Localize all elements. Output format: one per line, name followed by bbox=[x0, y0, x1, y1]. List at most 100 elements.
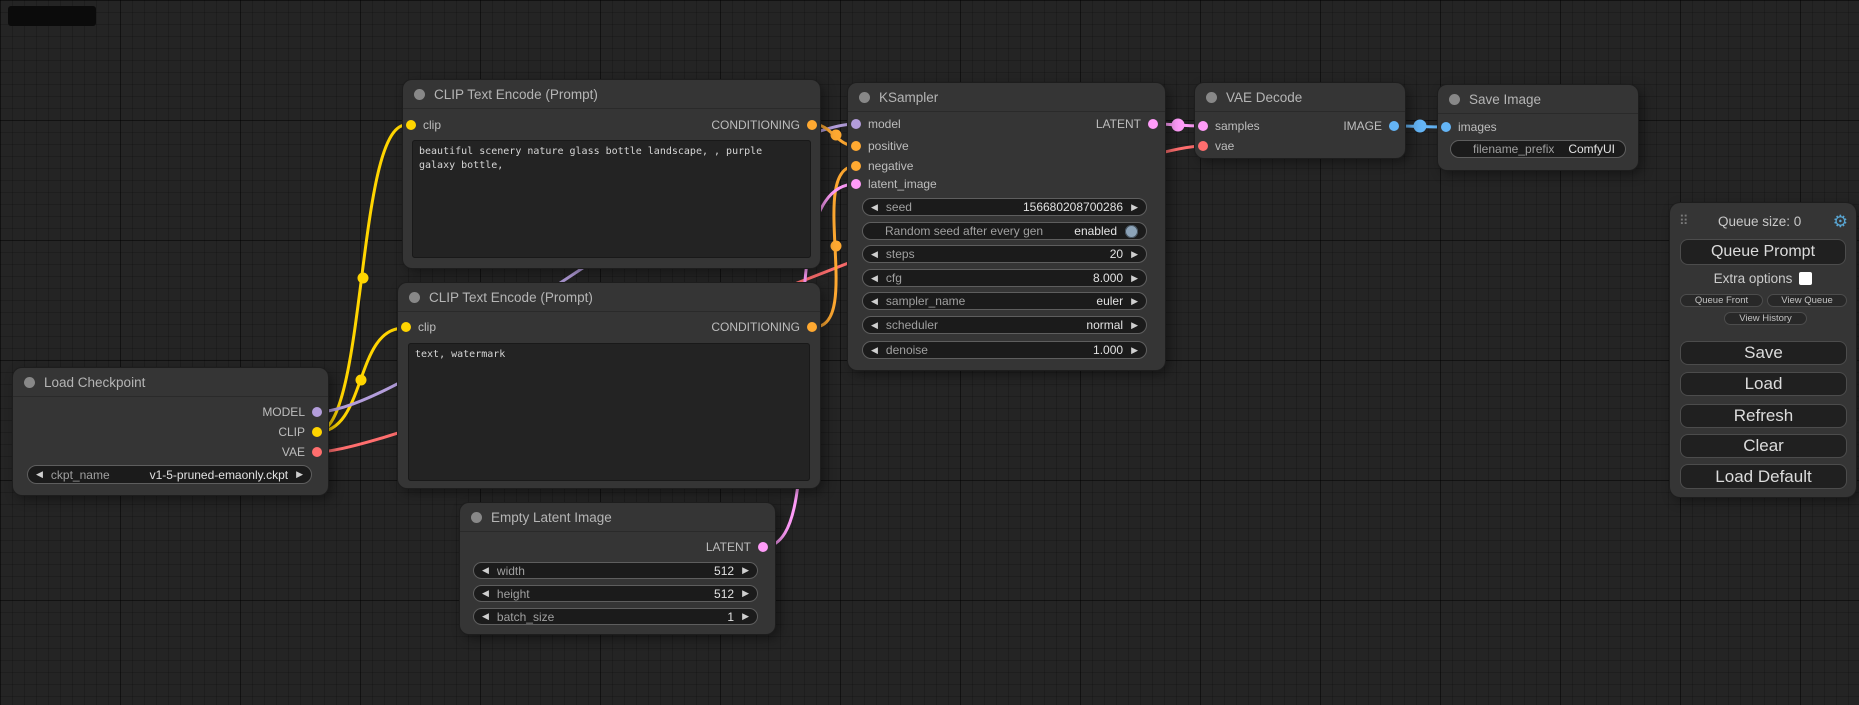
node-titlebar[interactable]: CLIP Text Encode (Prompt) bbox=[398, 283, 820, 312]
input-slot-clip[interactable]: clip bbox=[401, 318, 436, 336]
collapse-dot-icon[interactable] bbox=[471, 512, 482, 523]
increment-arrow-icon[interactable]: ▶ bbox=[296, 470, 303, 479]
node-titlebar[interactable]: Save Image bbox=[1438, 85, 1638, 114]
decrement-arrow-icon[interactable]: ◀ bbox=[482, 589, 489, 598]
collapse-dot-icon[interactable] bbox=[414, 89, 425, 100]
widget-value[interactable]: 156680208700286 bbox=[1023, 200, 1123, 214]
node-titlebar[interactable]: Load Checkpoint bbox=[13, 368, 328, 397]
node-clip-text-encode-negative[interactable]: CLIP Text Encode (Prompt) clip CONDITION… bbox=[398, 283, 820, 488]
save-button[interactable]: Save bbox=[1680, 341, 1847, 365]
latent-input-dot[interactable] bbox=[1198, 121, 1208, 131]
node-titlebar[interactable]: Empty Latent Image bbox=[460, 503, 775, 532]
increment-arrow-icon[interactable]: ▶ bbox=[1131, 274, 1138, 283]
increment-arrow-icon[interactable]: ▶ bbox=[1131, 321, 1138, 330]
node-ksampler[interactable]: KSampler model positive negative latent_… bbox=[848, 83, 1165, 370]
output-slot-conditioning[interactable]: CONDITIONING bbox=[711, 116, 817, 134]
increment-arrow-icon[interactable]: ▶ bbox=[1131, 203, 1138, 212]
output-slot-vae[interactable]: VAE bbox=[282, 443, 322, 461]
output-slot-image[interactable]: IMAGE bbox=[1343, 117, 1399, 135]
toggle-circle-icon[interactable] bbox=[1125, 225, 1138, 238]
widget-sampler-name[interactable]: ◀ sampler_name euler ▶ bbox=[862, 292, 1147, 310]
output-slot-model[interactable]: MODEL bbox=[262, 403, 322, 421]
increment-arrow-icon[interactable]: ▶ bbox=[742, 612, 749, 621]
view-queue-button[interactable]: View Queue bbox=[1767, 294, 1847, 307]
conditioning-input-dot[interactable] bbox=[851, 161, 861, 171]
widget-scheduler[interactable]: ◀ scheduler normal ▶ bbox=[862, 316, 1147, 334]
load-button[interactable]: Load bbox=[1680, 372, 1847, 396]
widget-random-seed-toggle[interactable]: Random seed after every gen enabled bbox=[862, 222, 1147, 240]
widget-value[interactable]: enabled bbox=[1074, 224, 1117, 238]
output-slot-latent[interactable]: LATENT bbox=[706, 538, 768, 556]
queue-prompt-button[interactable]: Queue Prompt bbox=[1680, 239, 1846, 265]
widget-denoise[interactable]: ◀ denoise 1.000 ▶ bbox=[862, 341, 1147, 359]
node-empty-latent-image[interactable]: Empty Latent Image LATENT ◀ width 512 ▶ … bbox=[460, 503, 775, 634]
decrement-arrow-icon[interactable]: ◀ bbox=[482, 612, 489, 621]
extra-options-checkbox[interactable] bbox=[1799, 272, 1812, 285]
widget-value[interactable]: 20 bbox=[1110, 247, 1123, 261]
increment-arrow-icon[interactable]: ▶ bbox=[1131, 346, 1138, 355]
collapse-dot-icon[interactable] bbox=[1206, 92, 1217, 103]
conditioning-input-dot[interactable] bbox=[851, 141, 861, 151]
node-load-checkpoint[interactable]: Load Checkpoint MODEL CLIP VAE ◀ ckpt_na… bbox=[13, 368, 328, 495]
decrement-arrow-icon[interactable]: ◀ bbox=[871, 274, 878, 283]
widget-value[interactable]: ComfyUI bbox=[1568, 142, 1615, 156]
conditioning-output-dot[interactable] bbox=[807, 120, 817, 130]
negative-prompt-textarea[interactable]: text, watermark bbox=[408, 343, 810, 481]
wire-midpoint-dot[interactable] bbox=[831, 241, 842, 252]
widget-cfg[interactable]: ◀ cfg 8.000 ▶ bbox=[862, 269, 1147, 287]
decrement-arrow-icon[interactable]: ◀ bbox=[871, 321, 878, 330]
clip-input-dot[interactable] bbox=[401, 322, 411, 332]
widget-value[interactable]: euler bbox=[1096, 294, 1123, 308]
decrement-arrow-icon[interactable]: ◀ bbox=[482, 566, 489, 575]
increment-arrow-icon[interactable]: ▶ bbox=[742, 589, 749, 598]
output-slot-clip[interactable]: CLIP bbox=[278, 423, 322, 441]
model-input-dot[interactable] bbox=[851, 119, 861, 129]
increment-arrow-icon[interactable]: ▶ bbox=[1131, 250, 1138, 259]
widget-value[interactable]: 1 bbox=[727, 610, 734, 624]
input-slot-clip[interactable]: clip bbox=[406, 116, 441, 134]
node-vae-decode[interactable]: VAE Decode samples vae IMAGE bbox=[1195, 83, 1405, 158]
node-save-image[interactable]: Save Image images filename_prefix ComfyU… bbox=[1438, 85, 1638, 170]
decrement-arrow-icon[interactable]: ◀ bbox=[871, 297, 878, 306]
node-titlebar[interactable]: CLIP Text Encode (Prompt) bbox=[403, 80, 820, 109]
node-titlebar[interactable]: KSampler bbox=[848, 83, 1165, 112]
input-slot-model[interactable]: model bbox=[851, 115, 901, 133]
collapse-dot-icon[interactable] bbox=[1449, 94, 1460, 105]
widget-width[interactable]: ◀ width 512 ▶ bbox=[473, 562, 758, 579]
image-output-dot[interactable] bbox=[1389, 121, 1399, 131]
clear-button[interactable]: Clear bbox=[1680, 434, 1847, 458]
node-titlebar[interactable]: VAE Decode bbox=[1195, 83, 1405, 112]
collapse-dot-icon[interactable] bbox=[859, 92, 870, 103]
vae-input-dot[interactable] bbox=[1198, 141, 1208, 151]
widget-value[interactable]: normal bbox=[1086, 318, 1123, 332]
view-history-button[interactable]: View History bbox=[1724, 312, 1807, 325]
model-output-dot[interactable] bbox=[312, 407, 322, 417]
widget-steps[interactable]: ◀ steps 20 ▶ bbox=[862, 245, 1147, 263]
collapse-dot-icon[interactable] bbox=[409, 292, 420, 303]
wire-midpoint-dot[interactable] bbox=[831, 130, 842, 141]
input-slot-vae[interactable]: vae bbox=[1198, 137, 1234, 155]
widget-value[interactable]: 512 bbox=[714, 564, 734, 578]
load-default-button[interactable]: Load Default bbox=[1680, 464, 1847, 489]
input-slot-negative[interactable]: negative bbox=[851, 157, 913, 175]
refresh-button[interactable]: Refresh bbox=[1680, 404, 1847, 428]
output-slot-conditioning[interactable]: CONDITIONING bbox=[711, 318, 817, 336]
wire-midpoint-dot[interactable] bbox=[358, 273, 369, 284]
widget-seed[interactable]: ◀ seed 156680208700286 ▶ bbox=[862, 198, 1147, 216]
settings-gear-icon[interactable]: ⚙ bbox=[1833, 213, 1848, 230]
wire-midpoint-dot[interactable] bbox=[1172, 119, 1185, 132]
wire-midpoint-dot[interactable] bbox=[356, 375, 367, 386]
conditioning-output-dot[interactable] bbox=[807, 322, 817, 332]
widget-value[interactable]: 1.000 bbox=[1093, 343, 1123, 357]
widget-height[interactable]: ◀ height 512 ▶ bbox=[473, 585, 758, 602]
positive-prompt-textarea[interactable]: beautiful scenery nature glass bottle la… bbox=[412, 140, 811, 258]
latent-output-dot[interactable] bbox=[758, 542, 768, 552]
clip-output-dot[interactable] bbox=[312, 427, 322, 437]
wire-midpoint-dot[interactable] bbox=[1414, 120, 1427, 133]
input-slot-images[interactable]: images bbox=[1441, 118, 1497, 136]
input-slot-latent-image[interactable]: latent_image bbox=[851, 175, 937, 193]
widget-filename-prefix[interactable]: filename_prefix ComfyUI bbox=[1450, 140, 1626, 158]
collapse-dot-icon[interactable] bbox=[24, 377, 35, 388]
input-slot-samples[interactable]: samples bbox=[1198, 117, 1260, 135]
widget-value[interactable]: 512 bbox=[714, 587, 734, 601]
